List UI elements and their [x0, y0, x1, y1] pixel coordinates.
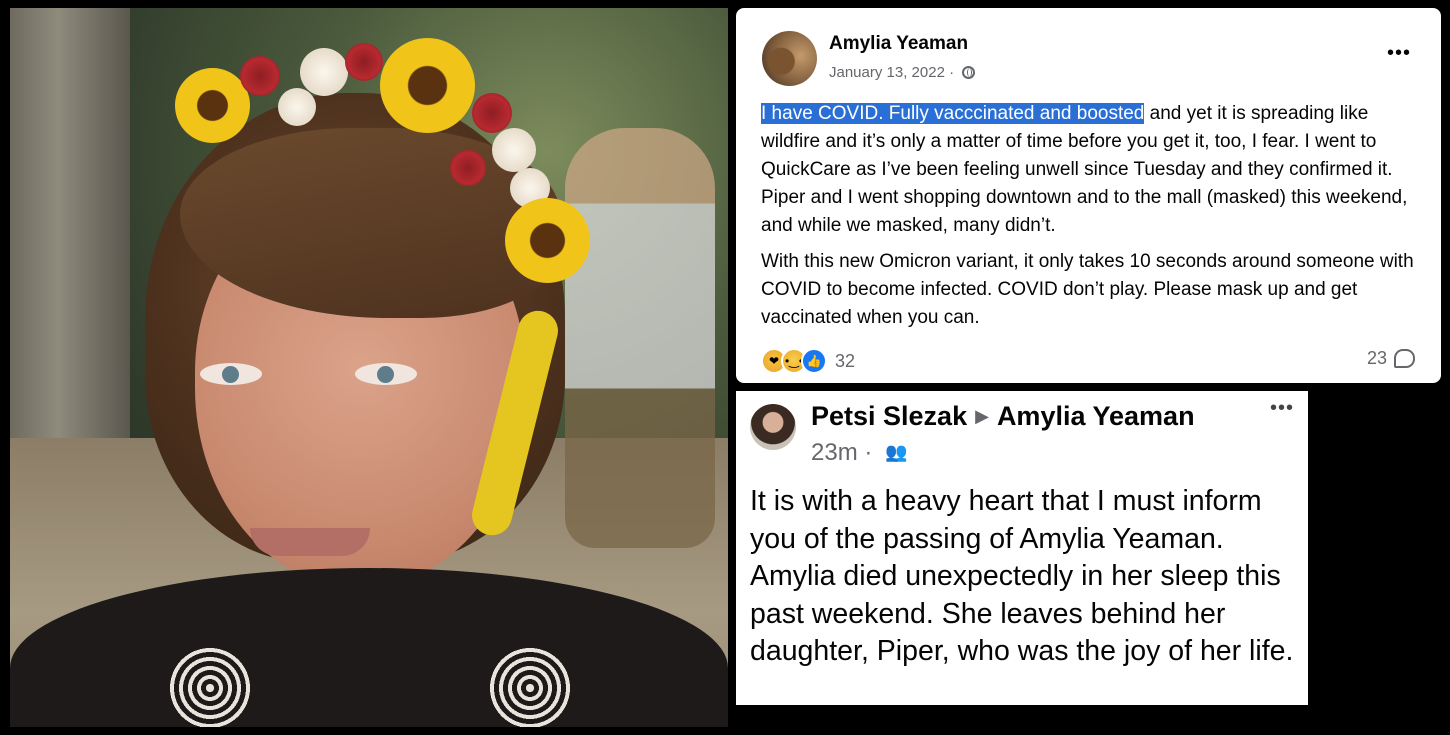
red-rose [345, 43, 383, 81]
comment-count[interactable]: 23 [1367, 348, 1387, 369]
meta-separator: · [949, 64, 955, 81]
reactions-summary[interactable]: ❤ •‿• 👍 32 [761, 346, 855, 376]
photo-left-eye [200, 363, 262, 385]
post-date[interactable]: January 13, 2022 [829, 64, 945, 81]
poster-avatar[interactable] [750, 404, 796, 450]
white-rose [300, 48, 348, 96]
triangle-right-icon: ▶ [975, 406, 989, 426]
profile-photo [10, 8, 728, 727]
post-header-names: Petsi Slezak ▶ Amylia Yeaman [811, 401, 1195, 432]
facebook-wall-post: Petsi Slezak ▶ Amylia Yeaman 23m · 👥 ••• I… [736, 391, 1308, 705]
more-options-button[interactable]: ••• [1270, 397, 1294, 420]
photo-mouth [250, 528, 370, 556]
photo-lace-left [170, 648, 250, 727]
sunflower [505, 198, 590, 283]
facebook-post: Amylia Yeaman January 13, 2022 · ••• I h… [736, 8, 1441, 383]
post-meta: January 13, 2022 · [829, 64, 976, 81]
post-paragraph-1: I have COVID. Fully vacccinated and boos… [761, 100, 1421, 240]
photo-right-eye [355, 363, 417, 385]
reaction-count[interactable]: 32 [835, 351, 855, 372]
post-timestamp[interactable]: 23m [811, 439, 858, 466]
red-rose [450, 150, 486, 186]
selected-text: I have COVID. Fully vacccinated and boos… [761, 103, 1145, 124]
comment-icon [1394, 349, 1415, 368]
photo-background-person [565, 128, 715, 548]
post-body: I have COVID. Fully vacccinated and boos… [761, 100, 1421, 340]
post-author-name[interactable]: Amylia Yeaman [829, 33, 968, 55]
white-rose [278, 88, 316, 126]
photo-lace-right [490, 648, 570, 727]
author-avatar[interactable] [762, 31, 817, 86]
globe-icon [962, 66, 976, 79]
like-reaction-icon: 👍 [801, 348, 827, 374]
sunflower [380, 38, 475, 133]
friends-icon: 👥 [885, 442, 908, 462]
comments-summary[interactable]: 23 [1367, 348, 1415, 369]
poster-name[interactable]: Petsi Slezak [811, 401, 967, 431]
post-time: 23m · 👥 [811, 439, 907, 467]
time-separator: · [864, 439, 873, 466]
wall-post-body: It is with a heavy heart that I must inf… [750, 485, 1294, 667]
target-profile-name[interactable]: Amylia Yeaman [997, 401, 1195, 431]
red-rose [240, 56, 280, 96]
white-rose [492, 128, 536, 172]
sunflower [175, 68, 250, 143]
more-options-button[interactable]: ••• [1387, 42, 1411, 65]
red-rose [472, 93, 512, 133]
post-paragraph-2: With this new Omicron variant, it only t… [761, 251, 1414, 328]
